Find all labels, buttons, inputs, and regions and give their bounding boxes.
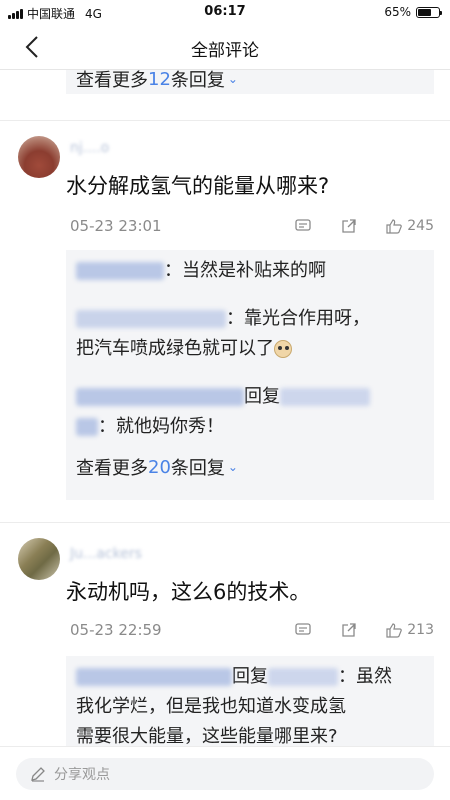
comment-list[interactable]: 查看更多 12 条回复 ⌄ nj....o 水分解成氢气的能量从哪来? 05-23 2… — [0, 70, 450, 746]
reply-comment-button[interactable] — [295, 219, 311, 233]
username[interactable]: nj....o — [70, 140, 109, 156]
reply-username[interactable] — [76, 668, 232, 686]
status-bar: 中国联通 4G 06:17 65% — [0, 0, 450, 24]
reply-item[interactable]: 回复 ：虽然 我化学烂，但是我也知道水变成氢 需要很大能量，这些能量哪里来? — [76, 662, 424, 746]
reply-item[interactable]: ：靠光合作用呀， 把汽车喷成绿色就可以了 — [76, 304, 424, 364]
status-right: 65% — [384, 5, 442, 19]
like-button[interactable]: 245 — [386, 218, 434, 234]
emoji-icon — [274, 340, 292, 358]
avatar[interactable] — [18, 538, 60, 580]
bottom-bar: 分享观点 — [0, 746, 450, 800]
reply-box: 查看更多 12 条回复 ⌄ — [66, 70, 434, 94]
comment-date: 05-23 23:01 — [70, 217, 162, 235]
reply-username[interactable] — [76, 262, 164, 280]
thumbs-up-icon — [386, 218, 403, 234]
reply-target-username[interactable] — [268, 668, 338, 686]
like-button[interactable]: 213 — [386, 622, 434, 638]
comment-icon — [295, 623, 311, 635]
chevron-down-icon: ⌄ — [227, 460, 238, 474]
more-replies-link[interactable]: 查看更多 12 条回复 ⌄ — [76, 70, 424, 94]
comment-item: Ju...ackers 永动机吗，这么6的技术。 05-23 22:59 213… — [0, 532, 450, 746]
thumbs-up-icon — [386, 622, 403, 638]
status-time: 06:17 — [204, 4, 246, 19]
comment-text: 永动机吗，这么6的技术。 — [66, 580, 311, 604]
share-opinion-input[interactable]: 分享观点 — [16, 758, 434, 790]
share-button[interactable] — [341, 622, 356, 638]
reply-username[interactable] — [76, 310, 226, 328]
comment-date: 05-23 22:59 — [70, 621, 162, 639]
reply-target-username[interactable] — [76, 418, 98, 436]
share-button[interactable] — [341, 218, 356, 234]
avatar[interactable] — [18, 136, 60, 178]
reply-item[interactable]: 回复 ：就他妈你秀！ — [76, 382, 424, 442]
reply-comment-button[interactable] — [295, 623, 311, 637]
share-icon — [342, 622, 356, 637]
pencil-icon — [31, 767, 45, 782]
reply-box: ：当然是补贴来的啊 ：靠光合作用呀， 把汽车喷成绿色就可以了 回复 ：就他妈你秀… — [66, 250, 434, 500]
comment-meta: 05-23 23:01 245 — [70, 216, 434, 236]
more-replies-link[interactable]: 查看更多 20 条回复 ⌄ — [76, 450, 424, 484]
reply-item[interactable]: ：当然是补贴来的啊 — [76, 256, 424, 286]
divider — [0, 522, 450, 523]
divider — [0, 120, 450, 121]
reply-box: 回复 ：虽然 我化学烂，但是我也知道水变成氢 需要很大能量，这些能量哪里来? — [66, 656, 434, 746]
battery-icon — [416, 6, 442, 18]
chevron-down-icon: ⌄ — [227, 72, 238, 86]
reply-target-username[interactable] — [280, 388, 370, 406]
comment-meta: 05-23 22:59 213 — [70, 620, 434, 640]
share-icon — [342, 218, 356, 233]
share-placeholder: 分享观点 — [54, 767, 110, 783]
nav-bar: 全部评论 — [0, 24, 450, 70]
reply-username[interactable] — [76, 388, 244, 406]
comment-icon — [295, 219, 311, 231]
username[interactable]: Ju...ackers — [70, 546, 142, 562]
comment-text: 水分解成氢气的能量从哪来? — [66, 174, 330, 198]
like-count: 245 — [407, 218, 434, 234]
page-title: 全部评论 — [191, 41, 259, 61]
battery-percent: 65% — [384, 5, 411, 19]
comment-item: nj....o 水分解成氢气的能量从哪来? 05-23 23:01 245 ：当… — [0, 130, 450, 515]
like-count: 213 — [407, 622, 434, 638]
